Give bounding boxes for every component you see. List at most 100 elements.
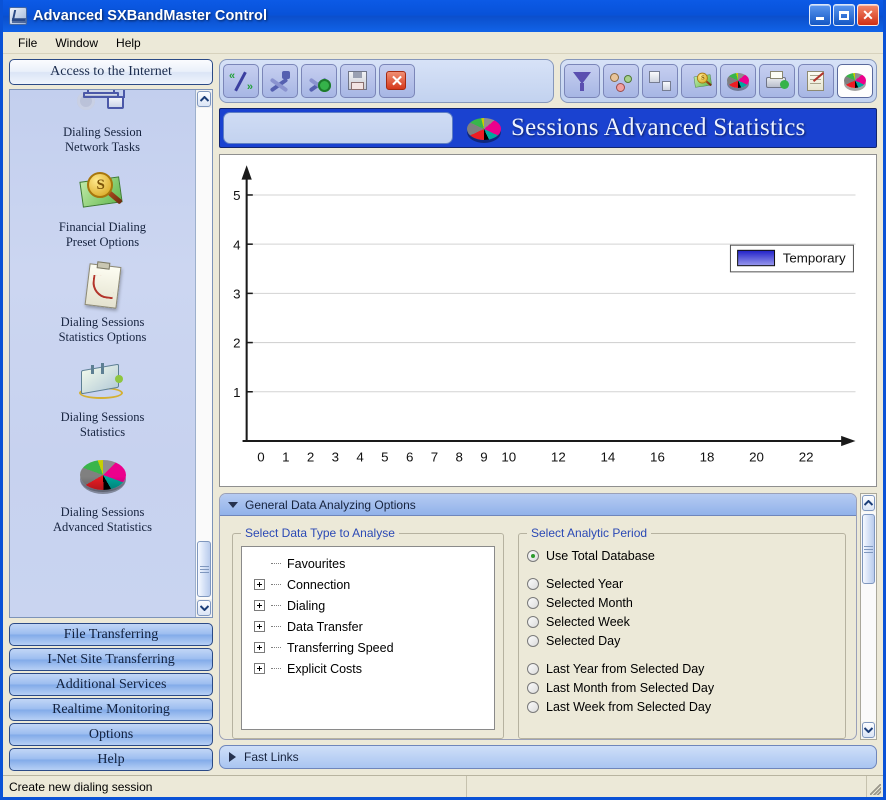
chart-x-tick-label: 3	[332, 449, 339, 464]
close-button[interactable]: ✕	[379, 64, 415, 98]
radio-selected-month[interactable]: Selected Month	[527, 593, 837, 612]
tools-button[interactable]	[262, 64, 298, 98]
radio-button-icon[interactable]	[527, 549, 539, 562]
radio-label: Selected Day	[546, 633, 621, 648]
save-button[interactable]	[340, 64, 376, 98]
radio-last-year-from-selected-day[interactable]: Last Year from Selected Day	[527, 659, 837, 678]
tree-elbow-icon	[271, 584, 281, 586]
window-title: Advanced SXBandMaster Control	[33, 8, 268, 24]
options-panel-header[interactable]: General Data Analyzing Options	[220, 494, 856, 517]
red-x-icon: ✕	[385, 70, 409, 92]
sidebar-button-file-transferring[interactable]: File Transferring	[9, 623, 213, 646]
radio-last-week-from-selected-day[interactable]: Last Week from Selected Day	[527, 697, 837, 716]
options-scroll-up-button[interactable]	[862, 495, 875, 512]
radio-selected-year[interactable]: Selected Year	[527, 574, 837, 593]
sidebar-button-realtime-monitoring[interactable]: Realtime Monitoring	[9, 698, 213, 721]
sidebar-item-dialing-sessions-statistics-options[interactable]: Dialing Sessions Statistics Options	[10, 260, 195, 355]
options-scroll-thumb[interactable]	[862, 514, 875, 585]
banner-title-area: Sessions Advanced Statistics	[453, 112, 873, 144]
window-body: Access to the Internet Dialing Session N…	[3, 54, 883, 775]
tree-expander-plus-icon[interactable]	[254, 600, 265, 612]
data-type-tree[interactable]: Favourites Connection Dialing Data Trans…	[241, 546, 495, 730]
radio-selected-week[interactable]: Selected Week	[527, 612, 837, 631]
close-icon: ✕	[862, 7, 874, 23]
sidebar-item-dialing-session-network-tasks[interactable]: Dialing Session Network Tasks	[10, 90, 195, 165]
advanced-statistics-button[interactable]	[837, 64, 873, 98]
tree-item-favourites[interactable]: Favourites	[246, 553, 490, 574]
sidebar-item-dialing-sessions-statistics[interactable]: Dialing Sessions Statistics	[10, 355, 195, 450]
tree-expander-plus-icon[interactable]	[254, 663, 265, 675]
statistics-button[interactable]	[720, 64, 756, 98]
chevron-right-icon	[229, 752, 236, 762]
maximize-icon	[839, 10, 849, 20]
menu-item-help[interactable]: Help	[107, 34, 150, 52]
chart-x-tick-label: 5	[381, 449, 388, 464]
radio-button-icon[interactable]	[527, 596, 539, 609]
menu-item-file[interactable]: File	[9, 34, 46, 52]
sidebar-scrollbar[interactable]	[195, 90, 212, 617]
sidebar-item-label-2: Network Tasks	[65, 140, 140, 154]
bar-chart[interactable]: 12345 0 1 2 3 4 5 6 7 8 9 10 12 14 16 18 20 22 Temporary	[220, 155, 876, 487]
sidebar-item-label-2: Advanced Statistics	[53, 520, 152, 534]
radio-label: Last Year from Selected Day	[546, 661, 705, 676]
notes-button[interactable]	[798, 64, 834, 98]
chart-y-tick-label: 1	[233, 385, 240, 400]
sidebar-button-inet-site-transferring[interactable]: I-Net Site Transferring	[9, 648, 213, 671]
sidebar-scroll-thumb[interactable]	[197, 541, 211, 597]
sidebar-button-options[interactable]: Options	[9, 723, 213, 746]
close-window-button[interactable]: ✕	[857, 4, 879, 26]
tree-expander-plus-icon[interactable]	[254, 642, 265, 654]
settings-button[interactable]	[301, 64, 337, 98]
maximize-button[interactable]	[833, 4, 855, 26]
tree-expander-plus-icon[interactable]	[254, 621, 265, 633]
radio-button-icon[interactable]	[527, 577, 539, 590]
quick-navigate-button[interactable]: «»	[223, 64, 259, 98]
radio-button-icon[interactable]	[527, 634, 539, 647]
radio-button-icon[interactable]	[527, 615, 539, 628]
minimize-button[interactable]	[809, 4, 831, 26]
options-panel-body: Select Data Type to Analyse Favourites C…	[220, 516, 856, 739]
people-icon	[609, 70, 633, 92]
radio-last-month-from-selected-day[interactable]: Last Month from Selected Day	[527, 678, 837, 697]
fast-links-label: Fast Links	[244, 750, 299, 764]
menu-item-window[interactable]: Window	[46, 34, 107, 52]
financial-button[interactable]: S	[681, 64, 717, 98]
accounts-button[interactable]	[603, 64, 639, 98]
tree-item-explicit-costs[interactable]: Explicit Costs	[246, 658, 490, 679]
options-scroll-track[interactable]	[861, 512, 876, 721]
chart-x-tick-label: 7	[431, 449, 438, 464]
options-scroll-down-button[interactable]	[862, 722, 875, 738]
devices-button[interactable]	[642, 64, 678, 98]
sidebar-item-financial-dialing-preset-options[interactable]: S Financial Dialing Preset Options	[10, 165, 195, 260]
tree-item-dialing[interactable]: Dialing	[246, 595, 490, 616]
chart-x-tick-label: 2	[307, 449, 314, 464]
resize-grip-icon[interactable]	[867, 776, 883, 797]
data-type-group: Select Data Type to Analyse Favourites C…	[232, 526, 504, 739]
sidebar-button-help[interactable]: Help	[9, 748, 213, 771]
radio-use-total-database[interactable]: Use Total Database	[527, 546, 837, 565]
tree-item-data-transfer[interactable]: Data Transfer	[246, 616, 490, 637]
tree-item-transferring-speed[interactable]: Transferring Speed	[246, 637, 490, 658]
fast-links-panel[interactable]: Fast Links	[219, 745, 877, 769]
banner-search-input[interactable]	[223, 112, 453, 144]
funnel-icon	[570, 70, 594, 92]
chart-y-tick-label: 5	[233, 188, 240, 203]
sidebar-scroll-down-button[interactable]	[197, 600, 211, 616]
filter-button[interactable]	[564, 64, 600, 98]
radio-button-icon[interactable]	[527, 700, 539, 713]
radio-selected-day[interactable]: Selected Day	[527, 631, 837, 650]
tree-expander-plus-icon[interactable]	[254, 579, 265, 591]
options-panel-scrollbar[interactable]	[860, 493, 877, 740]
reports-button[interactable]	[759, 64, 795, 98]
sidebar-item-dialing-sessions-advanced-statistics[interactable]: Dialing Sessions Advanced Statistics	[10, 450, 195, 545]
sidebar-button-additional-services[interactable]: Additional Services	[9, 673, 213, 696]
sidebar-scroll-track[interactable]	[196, 108, 212, 599]
tree-item-connection[interactable]: Connection	[246, 574, 490, 595]
radio-button-icon[interactable]	[527, 681, 539, 694]
access-to-internet-button[interactable]: Access to the Internet	[9, 59, 213, 85]
radio-button-icon[interactable]	[527, 662, 539, 675]
sidebar-scroll-up-button[interactable]	[197, 91, 211, 107]
chart-legend-label: Temporary	[783, 251, 846, 266]
pie-chart-icon	[726, 70, 750, 92]
chart-x-tick-label: 4	[356, 449, 364, 464]
